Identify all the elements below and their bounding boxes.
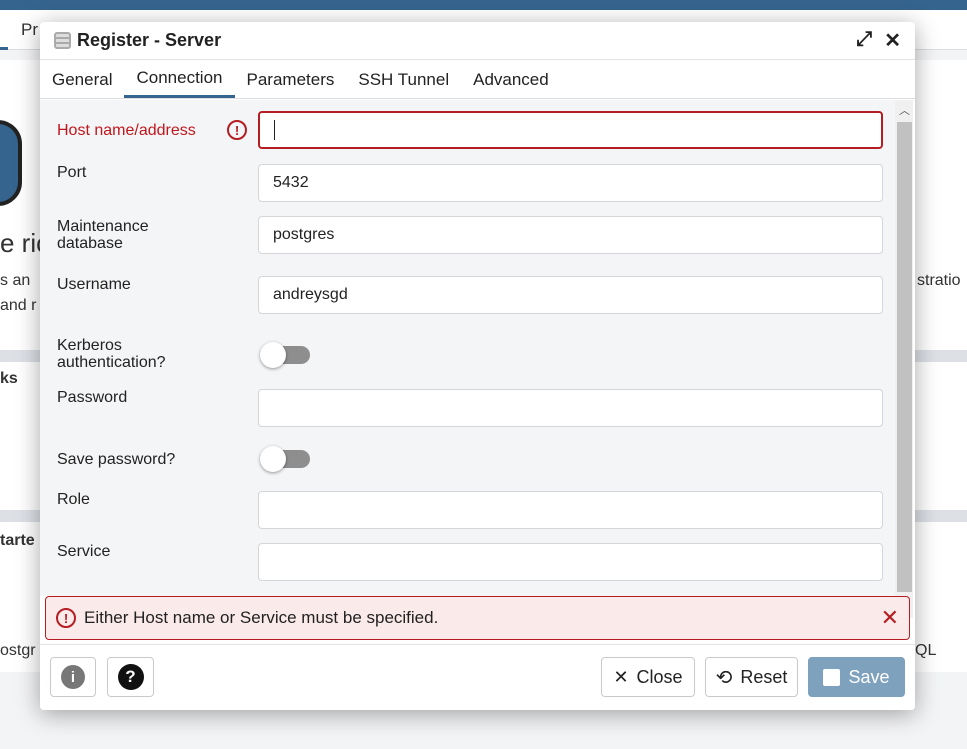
port-label: Port	[57, 164, 87, 181]
save-password-toggle[interactable]	[260, 446, 310, 472]
error-icon: !	[227, 120, 247, 140]
bg-text: s an	[0, 272, 31, 289]
port-input[interactable]: 5432	[258, 164, 883, 202]
tab-general[interactable]: General	[40, 60, 124, 98]
error-message: Either Host name or Service must be spec…	[84, 608, 439, 627]
reset-label: Reset	[740, 666, 788, 687]
save-button[interactable]: Save	[808, 657, 905, 697]
maintenance-db-label: Maintenance database	[57, 218, 149, 252]
connection-form: Host name/address ! Port 5432 Maintenance…	[40, 100, 895, 596]
tab-ssh-tunnel[interactable]: SSH Tunnel	[346, 60, 461, 98]
role-input[interactable]	[258, 491, 883, 529]
error-icon: !	[56, 608, 76, 628]
reset-icon: ⟲	[715, 666, 733, 689]
bg-tab: Pr	[21, 20, 38, 39]
form-scrollbar[interactable]: ︿	[895, 100, 913, 618]
save-password-label: Save password?	[57, 450, 176, 468]
bg-link: QL	[915, 642, 937, 659]
dialog-titlebar[interactable]: Register - Server ⤢ ✕	[40, 22, 915, 60]
close-button[interactable]: ✕ Close	[601, 657, 695, 697]
username-input[interactable]: andreysgd	[258, 276, 883, 314]
host-input[interactable]	[258, 111, 883, 149]
bg-section-title: tarte	[0, 532, 35, 549]
reset-button[interactable]: ⟲ Reset	[705, 657, 798, 697]
role-label: Role	[57, 491, 90, 508]
service-input[interactable]	[258, 543, 883, 581]
dialog-tabs: General Connection Parameters SSH Tunnel…	[40, 60, 915, 99]
info-icon: i	[61, 665, 85, 689]
scroll-up-icon[interactable]: ︿	[899, 102, 910, 118]
tab-parameters[interactable]: Parameters	[235, 60, 347, 98]
service-label: Service	[57, 543, 111, 560]
server-icon	[54, 32, 71, 49]
dialog-footer: i ? ✕ Close ⟲ Reset Save	[40, 644, 915, 710]
close-icon[interactable]: ✕	[884, 28, 901, 53]
maintenance-db-input[interactable]: postgres	[258, 216, 883, 254]
app-header	[0, 0, 967, 10]
help-icon: ?	[117, 664, 144, 690]
kerberos-label: Kerberos authentication?	[57, 337, 166, 371]
info-button[interactable]: i	[50, 657, 96, 697]
error-message-bar: ! Either Host name or Service must be sp…	[45, 596, 910, 640]
save-icon	[823, 668, 841, 686]
help-button[interactable]: ?	[107, 657, 154, 697]
bg-link: ostgr	[0, 642, 36, 659]
close-label: Close	[636, 666, 683, 687]
scrollbar-thumb[interactable]	[897, 122, 912, 592]
bg-text: stratio	[917, 272, 961, 289]
bg-active-tab	[0, 47, 8, 50]
password-label: Password	[57, 389, 128, 406]
dialog-title: Register - Server	[77, 30, 222, 50]
save-label: Save	[848, 666, 890, 687]
postgres-logo	[0, 120, 22, 206]
close-icon: ✕	[613, 666, 629, 687]
password-input[interactable]	[258, 389, 883, 427]
bg-text: and r	[0, 297, 37, 314]
bg-section-title: ks	[0, 370, 18, 387]
maximize-icon[interactable]: ⤢	[856, 28, 872, 53]
tab-advanced[interactable]: Advanced	[461, 60, 561, 98]
username-label: Username	[57, 276, 131, 293]
dismiss-error-icon[interactable]: ✕	[881, 605, 899, 631]
register-server-dialog: Register - Server ⤢ ✕ General Connection…	[40, 22, 915, 710]
tab-connection[interactable]: Connection	[124, 60, 235, 98]
kerberos-toggle[interactable]	[260, 342, 310, 368]
